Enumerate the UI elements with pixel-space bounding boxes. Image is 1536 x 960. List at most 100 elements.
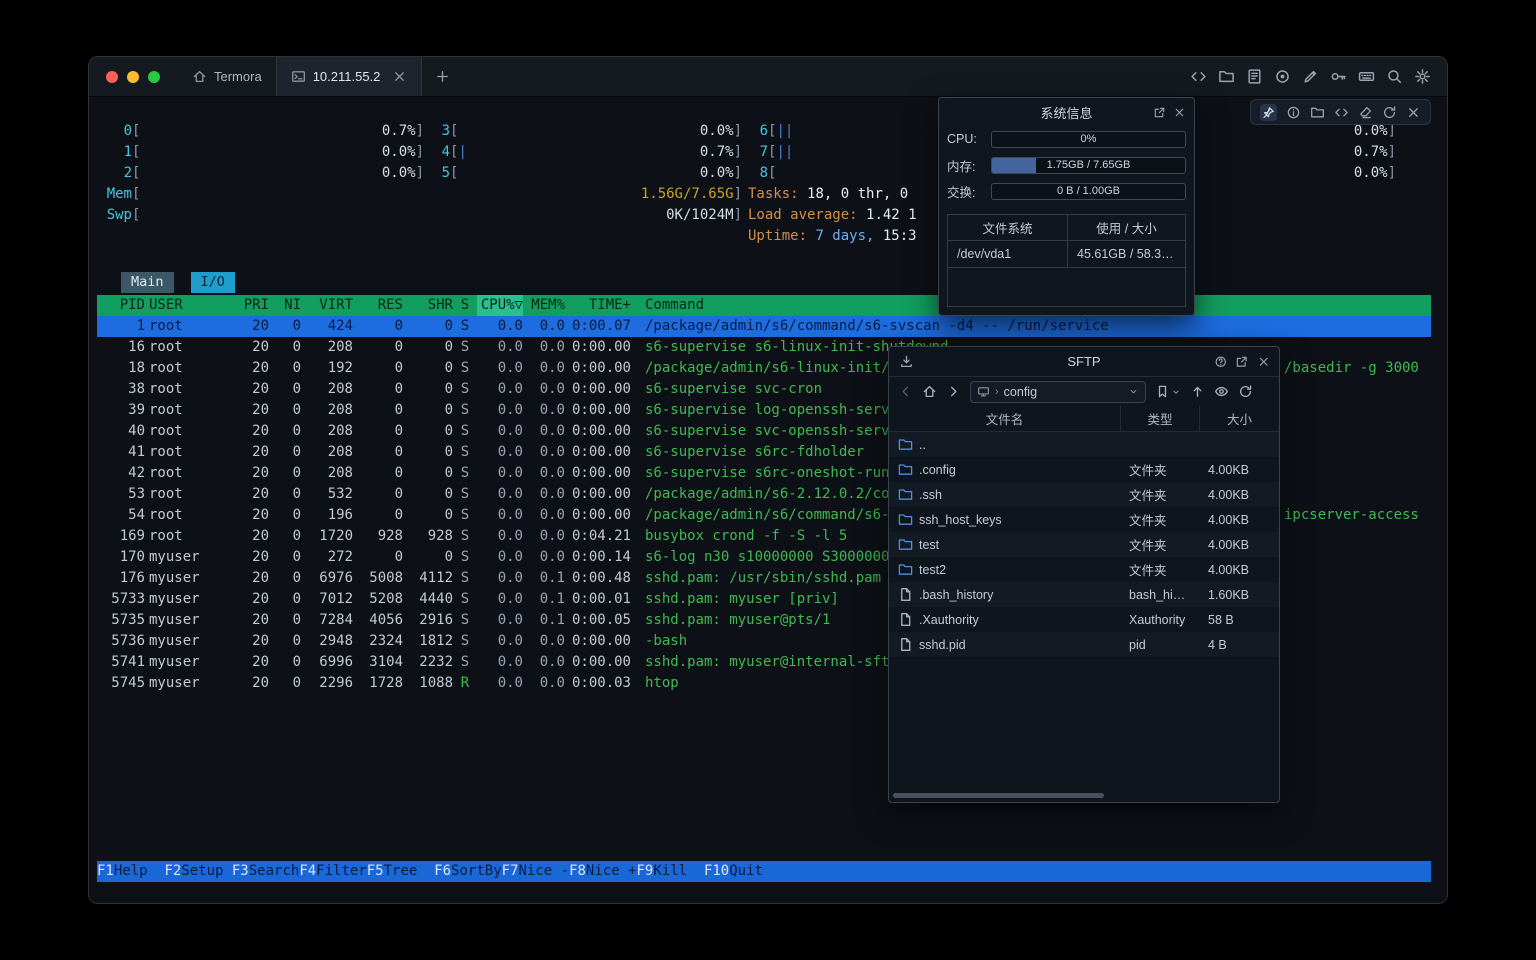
process-user: myuser (145, 589, 229, 610)
column-shr[interactable]: SHR (403, 295, 453, 316)
process-virt: 196 (301, 505, 353, 526)
close-tab-icon[interactable] (392, 69, 407, 84)
process-mem: 0.0 (523, 526, 565, 547)
process-pid: 42 (97, 463, 145, 484)
file-row[interactable]: test2 文件夹 4.00KB (889, 557, 1279, 582)
path-breadcrumb[interactable]: › config (970, 381, 1146, 403)
help-icon[interactable] (1214, 355, 1228, 369)
edit-icon[interactable] (1302, 68, 1319, 85)
function-key[interactable]: F2Setup (164, 861, 231, 882)
upload-icon[interactable] (1190, 384, 1205, 399)
back-icon[interactable] (898, 384, 913, 399)
tab-session[interactable]: 10.211.55.2 (276, 57, 423, 96)
horizontal-scrollbar[interactable] (892, 792, 1276, 799)
show-hidden-eye-icon[interactable] (1214, 384, 1229, 399)
function-key[interactable]: F5Tree (367, 861, 434, 882)
download-icon[interactable] (899, 354, 914, 369)
file-row[interactable]: .bash_history bash_hi… 1.60KB (889, 582, 1279, 607)
column-type[interactable]: 类型 (1121, 406, 1200, 431)
file-row[interactable]: .ssh 文件夹 4.00KB (889, 482, 1279, 507)
file-row[interactable]: .. (889, 432, 1279, 457)
process-pri: 20 (229, 316, 269, 337)
file-row[interactable]: .config 文件夹 4.00KB (889, 457, 1279, 482)
file-name: .Xauthority (919, 613, 979, 627)
minimize-window-button[interactable] (127, 71, 139, 83)
open-in-window-icon[interactable] (1235, 355, 1249, 369)
column-pri[interactable]: PRI (229, 295, 269, 316)
open-in-window-icon[interactable] (1153, 106, 1166, 119)
code-icon[interactable] (1334, 105, 1349, 120)
process-command: /package/admin/s6/command/s6-svscan -d4 … (631, 316, 1431, 337)
close-icon[interactable] (1173, 106, 1186, 119)
function-key[interactable]: F8Nice + (569, 861, 636, 882)
process-state: S (453, 379, 477, 400)
refresh-icon[interactable] (1382, 105, 1397, 120)
pin-icon (1262, 106, 1275, 119)
folder-icon[interactable] (1218, 68, 1235, 85)
forward-icon[interactable] (946, 384, 961, 399)
function-key[interactable]: F1Help (97, 861, 164, 882)
function-key[interactable]: F4Filter (299, 861, 366, 882)
function-key[interactable]: F3Search (232, 861, 299, 882)
function-key[interactable]: F9Kill (637, 861, 704, 882)
file-row[interactable]: test 文件夹 4.00KB (889, 532, 1279, 557)
folder-icon (898, 462, 913, 477)
file-row[interactable]: .Xauthority Xauthority 58 B (889, 607, 1279, 632)
column-state[interactable]: S (453, 295, 477, 316)
file-name: .config (919, 463, 956, 477)
close-window-button[interactable] (106, 71, 118, 83)
process-table-header: PID USER PRI NI VIRT RES SHR S CPU%▽ MEM… (97, 295, 1431, 316)
function-key[interactable]: F6SortBy (434, 861, 501, 882)
key-icon[interactable] (1330, 68, 1347, 85)
zoom-window-button[interactable] (148, 71, 160, 83)
code-icon[interactable] (1190, 68, 1207, 85)
function-key[interactable]: F10Quit (704, 861, 780, 882)
file-icon (898, 637, 913, 652)
column-pid[interactable]: PID (97, 295, 145, 316)
filesystem-row[interactable]: /dev/vda1 45.61GB / 58.3… (948, 241, 1185, 268)
process-time: 0:00.48 (565, 568, 631, 589)
process-cpu: 0.0 (477, 673, 523, 694)
column-cpu-sort[interactable]: CPU%▽ (477, 295, 523, 316)
tab-home[interactable]: Termora (178, 57, 276, 96)
memory-meter: Mem[ 1.56G/7.65G] (106, 184, 742, 205)
clean-icon[interactable] (1358, 105, 1373, 120)
keyboard-icon[interactable] (1358, 68, 1375, 85)
chevron-down-icon[interactable] (1128, 386, 1139, 397)
file-row[interactable]: sshd.pid pid 4 B (889, 632, 1279, 657)
process-row[interactable]: 1 root 20 0 424 0 0 S 0.0 0.0 0:00.07 /p… (97, 316, 1431, 337)
bookmark-button[interactable] (1155, 384, 1181, 399)
column-mem[interactable]: MEM% (523, 295, 565, 316)
function-key[interactable]: F7Nice - (502, 861, 569, 882)
column-filename[interactable]: 文件名 (889, 406, 1121, 431)
column-user[interactable]: USER (145, 295, 229, 316)
htop-tab-io[interactable]: I/O (191, 272, 235, 293)
refresh-icon[interactable] (1238, 384, 1253, 399)
file-row[interactable]: ssh_host_keys 文件夹 4.00KB (889, 507, 1279, 532)
search-icon[interactable] (1386, 68, 1403, 85)
home-icon[interactable] (922, 384, 937, 399)
process-res: 0 (353, 463, 403, 484)
pin-button[interactable] (1260, 104, 1277, 121)
column-size[interactable]: 大小 (1200, 406, 1279, 431)
new-tab-button[interactable] (422, 57, 463, 96)
log-icon[interactable] (1246, 68, 1263, 85)
settings-icon[interactable] (1414, 68, 1431, 85)
close-icon[interactable] (1406, 105, 1421, 120)
column-ni[interactable]: NI (269, 295, 301, 316)
close-icon[interactable] (1257, 355, 1271, 369)
info-icon[interactable] (1286, 105, 1301, 120)
htop-tab-main[interactable]: Main (121, 272, 174, 293)
column-res[interactable]: RES (353, 295, 403, 316)
process-virt: 424 (301, 316, 353, 337)
process-user: root (145, 442, 229, 463)
scrollbar-thumb[interactable] (893, 793, 1104, 798)
folder-icon[interactable] (1310, 105, 1325, 120)
column-virt[interactable]: VIRT (301, 295, 353, 316)
process-cpu: 0.0 (477, 526, 523, 547)
record-icon[interactable] (1274, 68, 1291, 85)
sftp-title: SFTP (1067, 354, 1100, 369)
column-time[interactable]: TIME+ (565, 295, 631, 316)
file-size: 1.60KB (1200, 588, 1279, 602)
system-info-title: 系统信息 (1040, 103, 1092, 122)
